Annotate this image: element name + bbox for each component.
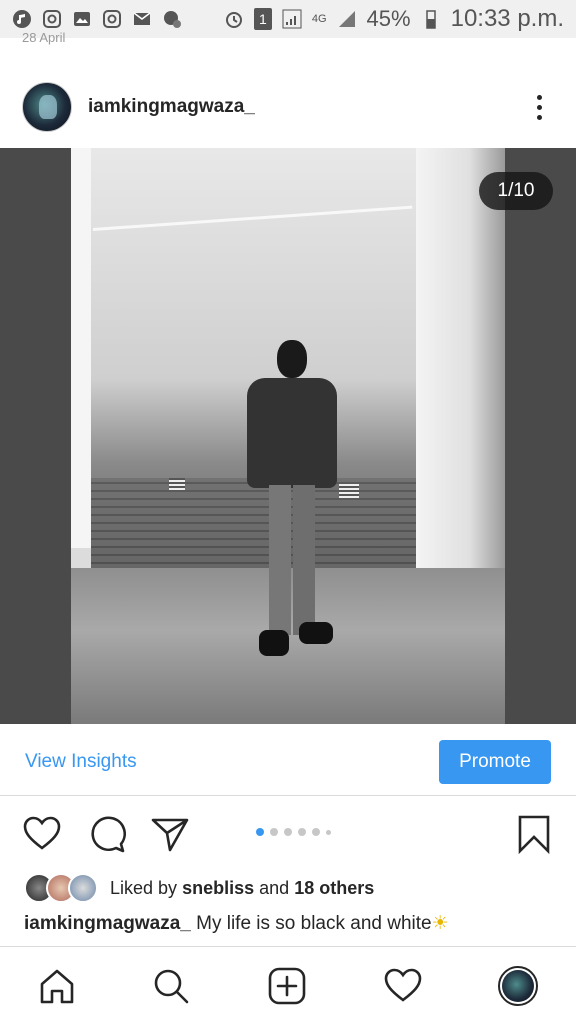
caption-text: My life is so black and white (196, 913, 432, 934)
more-options-button[interactable] (524, 87, 554, 127)
photo-pillar (416, 148, 505, 628)
photo-building (71, 148, 93, 548)
more-dot-icon (536, 104, 542, 110)
sun-icon: ☀ (431, 913, 449, 934)
profile-button[interactable] (497, 965, 539, 1007)
mail-icon (132, 9, 152, 29)
carousel-dot (284, 828, 292, 836)
bookmark-icon (518, 815, 550, 855)
photo-vent (339, 484, 359, 498)
heart-icon (384, 968, 422, 1002)
likes-row[interactable]: Liked by snebliss and 18 others (24, 872, 374, 904)
photo-vent (169, 478, 185, 490)
activity-button[interactable] (382, 965, 424, 1007)
view-insights-link[interactable]: View Insights (25, 751, 137, 773)
add-icon (268, 967, 306, 1005)
heart-icon (23, 816, 61, 850)
new-post-button[interactable] (266, 965, 308, 1007)
clock: 10:33 p.m. (450, 5, 564, 32)
sim-icon: 1 (253, 8, 272, 30)
alarm-icon (224, 9, 244, 29)
send-icon (151, 818, 189, 852)
insights-row: View Insights Promote (0, 728, 576, 796)
search-icon (154, 969, 189, 1004)
liker-avatars (24, 873, 98, 903)
comment-icon (91, 816, 126, 853)
instagram-icon (42, 9, 62, 29)
username[interactable]: iamkingmagwaza_ (88, 96, 524, 118)
save-button[interactable] (514, 814, 554, 855)
profile-avatar (498, 966, 538, 1006)
likes-others[interactable]: 18 others (294, 878, 374, 899)
carousel-dot (298, 828, 306, 836)
promote-button[interactable]: Promote (439, 739, 551, 784)
battery-icon (421, 9, 441, 29)
home-icon (40, 969, 74, 1004)
post-photo[interactable] (71, 148, 505, 724)
carousel-dot (256, 828, 264, 836)
caption-username[interactable]: iamkingmagwaza_ (24, 913, 191, 934)
comment-button[interactable] (86, 814, 126, 854)
likes-user[interactable]: snebliss (182, 878, 254, 899)
caption: iamkingmagwaza_ My life is so black and … (24, 912, 449, 935)
avatar[interactable] (22, 82, 72, 132)
more-dot-icon (536, 94, 542, 100)
network-type: 4G (311, 13, 327, 25)
home-button[interactable] (36, 965, 78, 1007)
likes-and: and (259, 877, 290, 898)
carousel-dot (326, 829, 331, 835)
music-icon (12, 9, 32, 29)
block-icon (162, 9, 182, 29)
search-button[interactable] (150, 965, 192, 1007)
carousel-counter: 1/10 (479, 172, 553, 210)
post-actions (0, 808, 576, 860)
signal-icon (282, 9, 302, 29)
carousel-dot (270, 828, 278, 836)
carousel-dot (312, 828, 320, 836)
gallery-icon (72, 9, 92, 29)
post-date: 28 April (22, 30, 66, 45)
post-header: iamkingmagwaza_ (0, 70, 576, 144)
share-button[interactable] (150, 814, 190, 854)
liker-avatar (68, 873, 98, 903)
post-photo-area[interactable] (0, 148, 576, 724)
likes-prefix: Liked by (110, 877, 178, 898)
carousel-indicator (256, 828, 331, 836)
status-bar: 1 4G 45% 10:33 p.m. (0, 0, 576, 38)
battery-percent: 45% (366, 6, 411, 31)
instagram-icon (102, 9, 122, 29)
cell-signal-icon (337, 9, 357, 29)
like-button[interactable] (22, 814, 62, 854)
photo-person (247, 340, 337, 670)
more-dot-icon (536, 114, 542, 120)
bottom-nav (0, 946, 576, 1024)
